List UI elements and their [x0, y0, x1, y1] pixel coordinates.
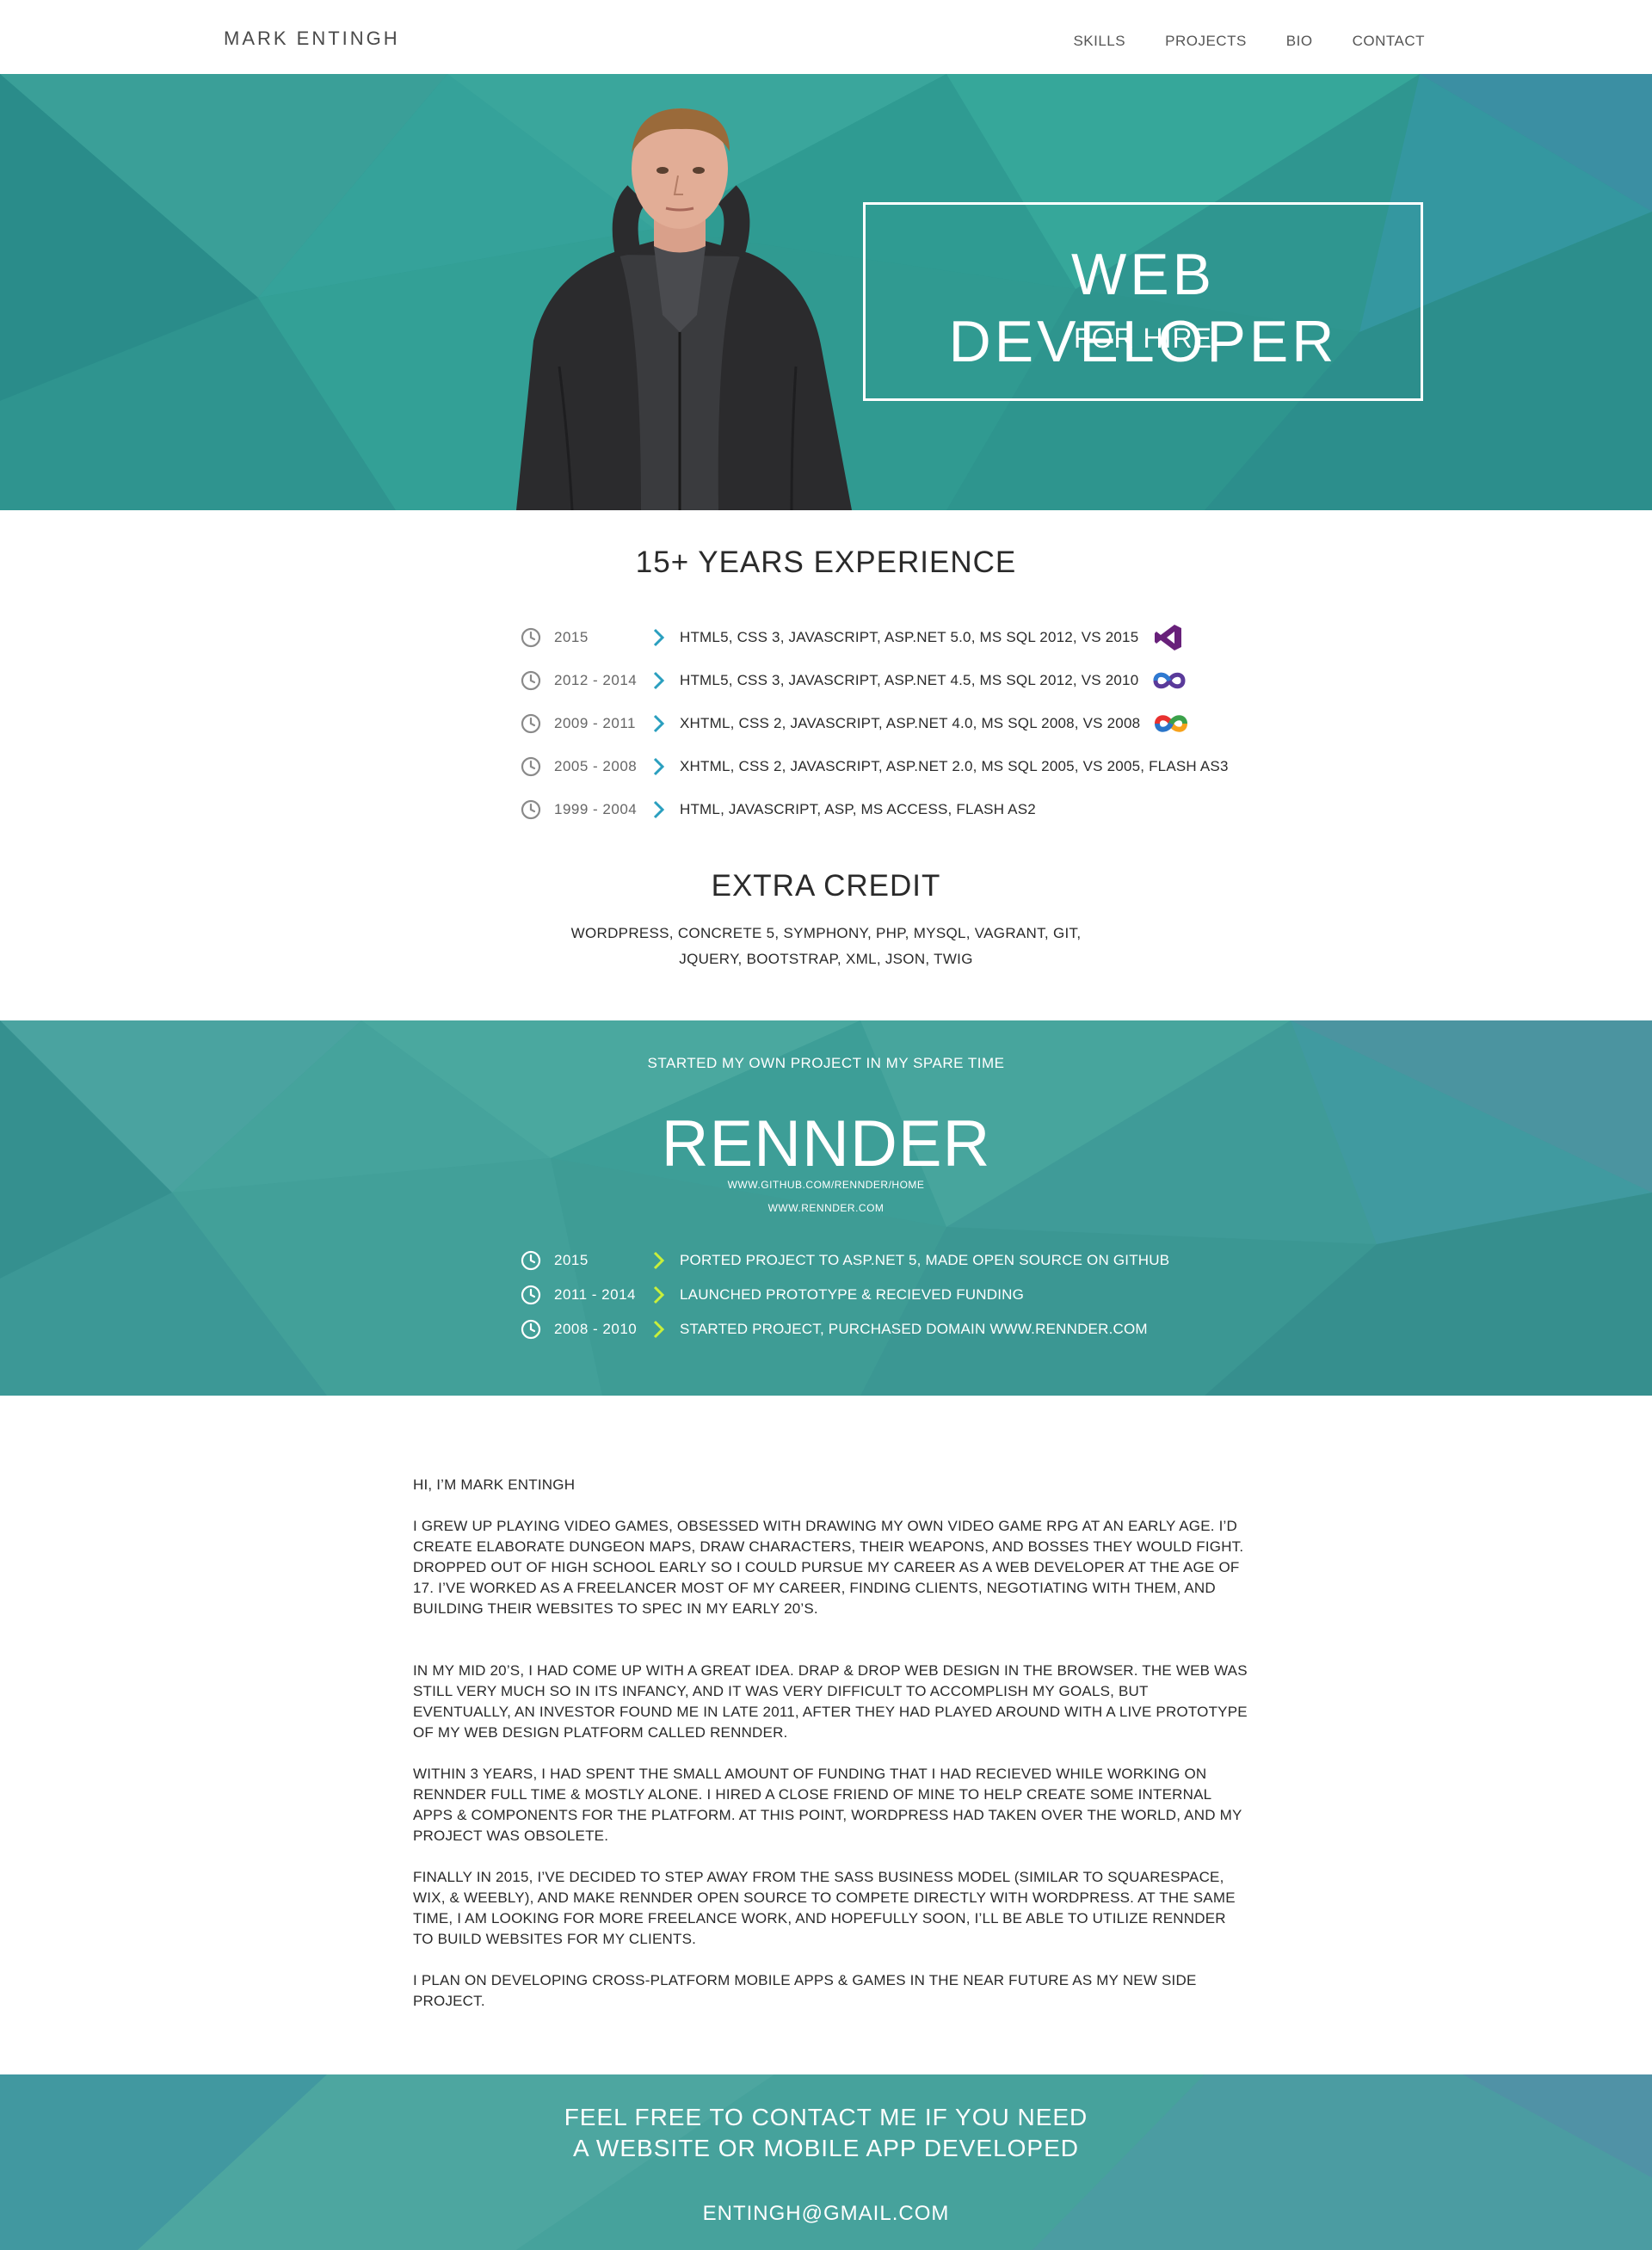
bio-paragraph-3: WITHIN 3 YEARS, I HAD SPENT THE SMALL AM…: [413, 1766, 1242, 1844]
nav-link-contact[interactable]: CONTACT: [1353, 33, 1425, 50]
project-kicker: STARTED MY OWN PROJECT IN MY SPARE TIME: [647, 1055, 1005, 1071]
clock-icon: [521, 627, 541, 648]
timeline-description: XHTML, CSS 2, JAVASCRIPT, ASP.NET 4.0, M…: [680, 715, 1141, 731]
clock-icon: [521, 670, 541, 691]
clock-icon: [521, 756, 541, 777]
rennder-logo: RENNDER: [661, 1107, 991, 1180]
nav-link-skills[interactable]: SKILLS: [1073, 33, 1125, 50]
nav-link-bio[interactable]: BIO: [1286, 33, 1313, 50]
clock-icon: [521, 713, 541, 734]
timeline-years: 2008 - 2010: [554, 1321, 638, 1337]
bio-paragraph-2: IN MY MID 20’S, I HAD COME UP WITH A GRE…: [413, 1662, 1248, 1741]
chevron-right-icon: [653, 800, 665, 819]
bio-paragraph-4: FINALLY IN 2015, I’VE DECIDED TO STEP AW…: [413, 1869, 1236, 1947]
hero-section: WEB DEVELOPER FOR HIRE: [0, 74, 1652, 510]
timeline-description: STARTED PROJECT, PURCHASED DOMAIN WWW.RE…: [680, 1321, 1148, 1337]
chevron-right-icon: [653, 1285, 665, 1304]
extra-credit-title: EXTRA CREDIT: [711, 869, 941, 903]
clock-icon: [521, 1319, 541, 1340]
contact-heading-line-2: A WEBSITE OR MOBILE APP DEVELOPED: [573, 2135, 1079, 2161]
timeline-row: 2015 PORTED PROJECT TO ASP.NET 5, MADE OP…: [521, 1248, 1295, 1274]
clock-icon: [521, 1250, 541, 1271]
project-section: STARTED MY OWN PROJECT IN MY SPARE TIME …: [0, 1020, 1652, 1396]
timeline-years: 1999 - 2004: [554, 801, 638, 817]
timeline-description: XHTML, CSS 2, JAVASCRIPT, ASP.NET 2.0, M…: [680, 758, 1229, 774]
timeline-row: 2011 - 2014 LAUNCHED PROTOTYPE & RECIEVED…: [521, 1283, 1295, 1309]
chevron-right-icon: [653, 628, 665, 647]
extra-credit-line-2: JQUERY, BOOTSTRAP, XML, JSON, TWIG: [679, 951, 973, 967]
experience-title: 15+ YEARS EXPERIENCE: [635, 546, 1017, 579]
visual-studio-2008-logo: [1155, 715, 1187, 732]
timeline-row: 2005 - 2008 XHTML, CSS 2, JAVASCRIPT, ASP…: [521, 755, 1295, 780]
contact-section: FEEL FREE TO CONTACT ME IF YOU NEED A WE…: [0, 2074, 1652, 2250]
visual-studio-2015-logo: [1155, 625, 1181, 650]
timeline-years: 2015: [554, 629, 589, 645]
hero-title: WEB DEVELOPER: [948, 242, 1338, 374]
timeline-years: 2011 - 2014: [554, 1286, 636, 1303]
chevron-right-icon: [653, 1251, 665, 1270]
timeline-description: HTML5, CSS 3, JAVASCRIPT, ASP.NET 4.5, M…: [680, 672, 1139, 688]
chevron-right-icon: [653, 714, 665, 733]
timeline-row: 2012 - 2014 HTML5, CSS 3, JAVASCRIPT, ASP…: [521, 669, 1295, 694]
timeline-years: 2005 - 2008: [554, 758, 638, 774]
bio-greeting: HI, I’M MARK ENTINGH: [413, 1476, 576, 1493]
hero-subtitle: FOR HIRE: [1074, 323, 1212, 354]
contact-heading-line-1: FEEL FREE TO CONTACT ME IF YOU NEED: [564, 2104, 1088, 2130]
chevron-right-icon: [653, 1320, 665, 1339]
timeline-row: 1999 - 2004 HTML, JAVASCRIPT, ASP, MS ACC…: [521, 798, 1295, 823]
portrait-photo: [516, 108, 852, 510]
hire-banner: WEB DEVELOPER FOR HIRE: [863, 202, 1423, 401]
chevron-right-icon: [653, 757, 665, 776]
extra-credit-line-1: WORDPRESS, CONCRETE 5, SYMPHONY, PHP, MY…: [570, 925, 1082, 941]
nav-links: SKILLS PROJECTS BIO CONTACT: [1033, 33, 1425, 50]
site-brand[interactable]: MARK ENTINGH: [224, 28, 400, 50]
timeline-row: 2015 HTML5, CSS 3, JAVASCRIPT, ASP.NET 5.…: [521, 625, 1295, 651]
clock-icon: [521, 799, 541, 820]
nav-link-projects[interactable]: PROJECTS: [1165, 33, 1247, 50]
timeline-row: 2009 - 2011 XHTML, CSS 2, JAVASCRIPT, ASP…: [521, 712, 1295, 737]
timeline-description: PORTED PROJECT TO ASP.NET 5, MADE OPEN S…: [680, 1252, 1170, 1268]
project-github-link[interactable]: WWW.GITHUB.COM/RENNDER/HOME: [0, 1179, 1652, 1191]
chevron-right-icon: [653, 671, 665, 690]
bio-section: HI, I’M MARK ENTINGH I GREW UP PLAYING V…: [413, 1475, 1248, 2032]
clock-icon: [521, 1285, 541, 1305]
timeline-years: 2009 - 2011: [554, 715, 636, 731]
bio-paragraph-1: I GREW UP PLAYING VIDEO GAMES, OBSESSED …: [413, 1518, 1244, 1617]
timeline-years: 2012 - 2014: [554, 672, 638, 688]
bio-paragraph-5: I PLAN ON DEVELOPING CROSS-PLATFORM MOBI…: [413, 1972, 1197, 2009]
visual-studio-2010-logo: [1153, 672, 1186, 689]
timeline-row: 2008 - 2010 STARTED PROJECT, PURCHASED DO…: [521, 1317, 1295, 1343]
project-website-link[interactable]: WWW.RENNDER.COM: [0, 1202, 1652, 1214]
top-nav: MARK ENTINGH SKILLS PROJECTS BIO CONTACT: [0, 0, 1652, 74]
timeline-description: LAUNCHED PROTOTYPE & RECIEVED FUNDING: [680, 1286, 1025, 1303]
timeline-description: HTML5, CSS 3, JAVASCRIPT, ASP.NET 5.0, M…: [680, 629, 1139, 645]
timeline-years: 2015: [554, 1252, 589, 1268]
contact-email-link[interactable]: ENTINGH@GMAIL.COM: [0, 2202, 1652, 2226]
timeline-description: HTML, JAVASCRIPT, ASP, MS ACCESS, FLASH …: [680, 801, 1036, 817]
